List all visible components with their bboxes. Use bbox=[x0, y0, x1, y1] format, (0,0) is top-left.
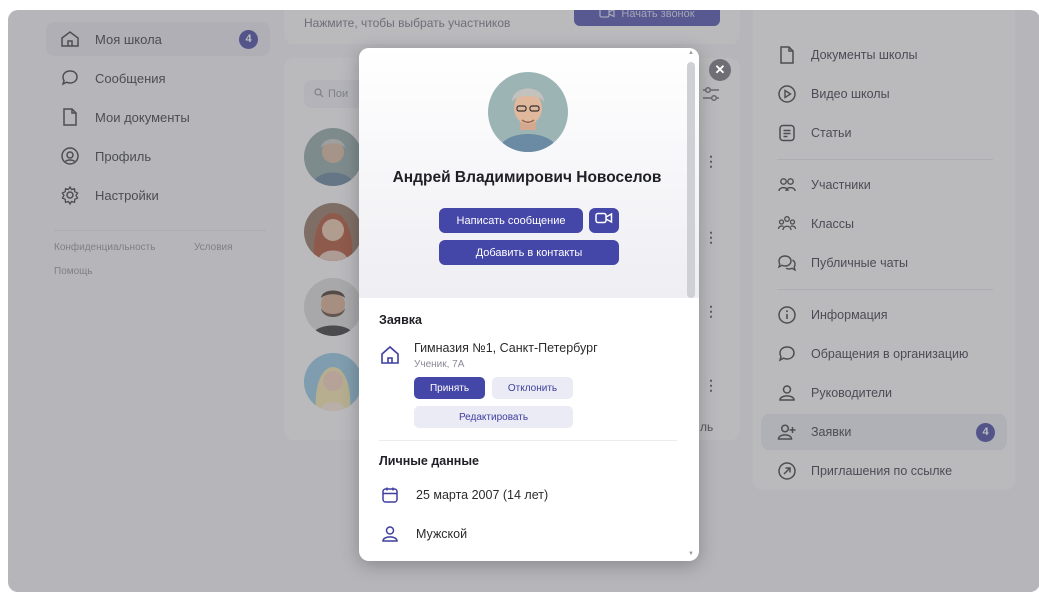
add-to-contacts-button[interactable]: Добавить в контакты bbox=[439, 240, 619, 265]
scrollbar-thumb[interactable] bbox=[687, 62, 695, 298]
edit-button[interactable]: Редактировать bbox=[414, 406, 573, 428]
write-message-button[interactable]: Написать сообщение bbox=[439, 208, 583, 233]
divider bbox=[379, 440, 677, 441]
video-icon bbox=[595, 211, 613, 230]
accept-button[interactable]: Принять bbox=[414, 377, 485, 399]
calendar-icon bbox=[379, 484, 401, 506]
scroll-down-icon[interactable]: ▼ bbox=[688, 551, 694, 557]
scroll-up-icon[interactable]: ▲ bbox=[688, 50, 694, 56]
profile-name: Андрей Владимирович Новоселов bbox=[392, 169, 662, 186]
school-role: Ученик, 7А bbox=[414, 359, 465, 370]
gender-row: Мужской bbox=[379, 523, 467, 545]
decline-button[interactable]: Отклонить bbox=[492, 377, 573, 399]
birthdate-value: 25 марта 2007 (14 лет) bbox=[416, 488, 549, 502]
request-section-title: Заявка bbox=[379, 313, 422, 327]
school-icon bbox=[381, 345, 399, 364]
birthdate-row: 25 марта 2007 (14 лет) bbox=[379, 484, 548, 506]
profile-modal: Андрей Владимирович Новоселов Написать с… bbox=[359, 48, 699, 561]
person-icon bbox=[379, 523, 401, 545]
gender-value: Мужской bbox=[416, 527, 468, 541]
profile-avatar bbox=[488, 72, 568, 152]
school-name: Гимназия №1, Санкт-Петербург bbox=[414, 341, 598, 355]
close-icon[interactable]: ✕ bbox=[709, 59, 731, 81]
video-call-button[interactable] bbox=[589, 208, 619, 233]
profile-header: Андрей Владимирович Новоселов Написать с… bbox=[359, 48, 699, 298]
personal-data-title: Личные данные bbox=[379, 454, 479, 468]
